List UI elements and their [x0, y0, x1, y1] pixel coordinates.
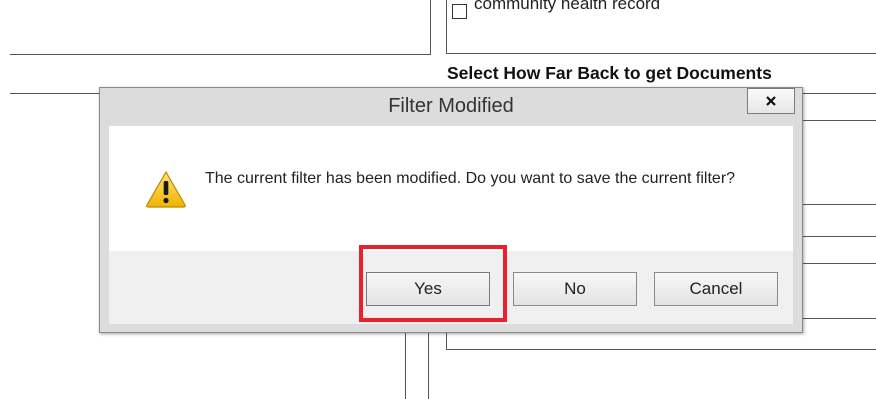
- bg-row-line: [803, 263, 876, 264]
- dialog-titlebar[interactable]: Filter Modified: [100, 88, 802, 126]
- community-health-record-checkbox[interactable]: [452, 4, 467, 19]
- bg-bottom-vertical: [405, 333, 406, 399]
- community-health-record-label: community health record: [474, 0, 661, 13]
- warning-icon: [146, 170, 186, 208]
- bg-row-line: [803, 318, 876, 319]
- filter-modified-dialog: Filter Modified The current filter has b…: [99, 87, 803, 333]
- cancel-button[interactable]: Cancel: [654, 272, 778, 306]
- section-heading: Select How Far Back to get Documents: [447, 63, 772, 83]
- no-button[interactable]: No: [513, 272, 637, 306]
- bg-panel-left-edge: [446, 0, 447, 54]
- close-button[interactable]: [747, 88, 795, 114]
- bg-bottom-vertical: [428, 333, 429, 399]
- bg-vertical-line: [430, 0, 431, 55]
- dialog-body: The current filter has been modified. Do…: [109, 126, 793, 324]
- bg-panel-bottom: [446, 53, 876, 54]
- bg-row-line: [803, 93, 876, 94]
- bg-row-line: [803, 236, 876, 237]
- dialog-content: The current filter has been modified. Do…: [109, 126, 793, 251]
- bg-bottom-vertical: [446, 333, 447, 350]
- dialog-message: The current filter has been modified. Do…: [205, 170, 736, 187]
- dialog-title: Filter Modified: [388, 95, 514, 117]
- bg-bottom-horizontal: [446, 349, 876, 350]
- close-icon: [766, 96, 776, 106]
- bg-divider-top-left: [10, 54, 430, 55]
- bg-divider-mid-left: [10, 93, 100, 94]
- bg-row-line: [803, 120, 876, 121]
- bg-row-line: [803, 204, 876, 205]
- yes-button[interactable]: Yes: [366, 272, 490, 306]
